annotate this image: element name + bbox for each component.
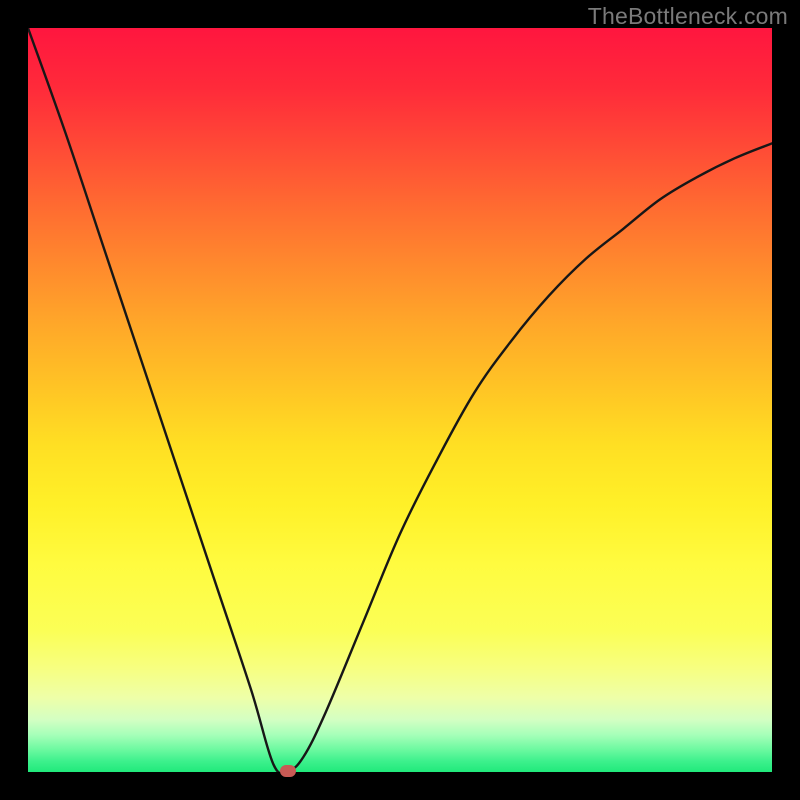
chart-frame: TheBottleneck.com — [0, 0, 800, 800]
bottleneck-curve — [28, 28, 772, 772]
minimum-marker — [280, 765, 296, 777]
attribution-text: TheBottleneck.com — [588, 3, 788, 30]
